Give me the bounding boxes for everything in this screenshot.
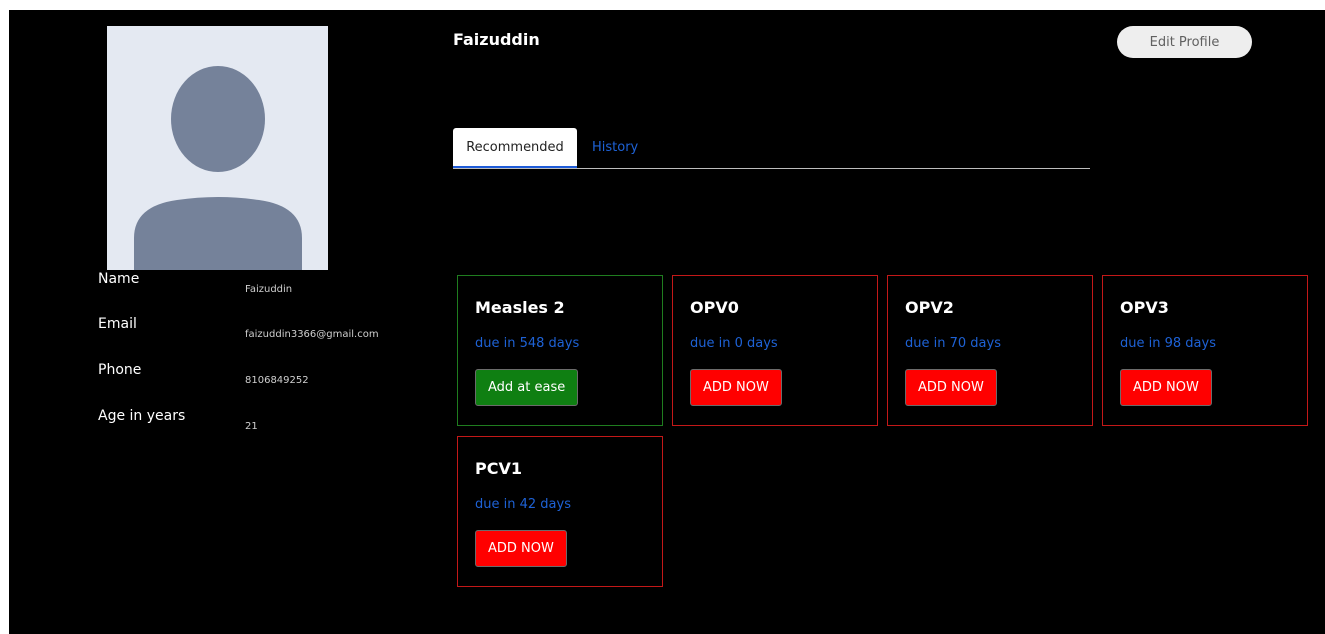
vaccine-card-measles-2: Measles 2 due in 548 days Add at ease: [457, 275, 663, 426]
age-label: Age in years: [98, 408, 186, 424]
age-value: 21: [245, 421, 258, 432]
profile-name-heading: Faizuddin: [453, 30, 540, 49]
add-now-button[interactable]: ADD NOW: [1120, 369, 1212, 406]
avatar: [107, 26, 328, 270]
vaccine-due: due in 70 days: [905, 336, 1001, 351]
vaccine-due: due in 98 days: [1120, 336, 1216, 351]
vaccine-due: due in 42 days: [475, 497, 571, 512]
name-value: Faizuddin: [245, 284, 293, 295]
tab-history[interactable]: History: [592, 128, 638, 168]
vaccine-name: Measles 2: [475, 298, 565, 317]
phone-value: 8106849252: [245, 375, 309, 386]
profile-page: Name Faizuddin Email faizuddin3366@gmail…: [9, 10, 1325, 634]
vaccine-card-opv0: OPV0 due in 0 days ADD NOW: [672, 275, 878, 426]
vaccine-name: OPV2: [905, 298, 954, 317]
vaccine-due: due in 548 days: [475, 336, 580, 351]
vaccine-card-opv2: OPV2 due in 70 days ADD NOW: [887, 275, 1093, 426]
vaccine-name: PCV1: [475, 459, 522, 478]
email-value: faizuddin3366@gmail.com: [245, 329, 379, 340]
user-silhouette-icon: [134, 66, 302, 270]
email-label: Email: [98, 316, 137, 332]
add-at-ease-button[interactable]: Add at ease: [475, 369, 579, 406]
tab-recommended[interactable]: Recommended: [453, 128, 577, 168]
vaccine-card-opv3: OPV3 due in 98 days ADD NOW: [1102, 275, 1308, 426]
add-now-button[interactable]: ADD NOW: [905, 369, 997, 406]
add-now-button[interactable]: ADD NOW: [475, 530, 567, 567]
edit-profile-button[interactable]: Edit Profile: [1117, 26, 1252, 58]
vaccine-due: due in 0 days: [690, 336, 778, 351]
vaccine-card-pcv1: PCV1 due in 42 days ADD NOW: [457, 436, 663, 587]
vaccine-name: OPV0: [690, 298, 739, 317]
add-now-button[interactable]: ADD NOW: [690, 369, 782, 406]
tab-bar: Recommended History: [453, 128, 1090, 169]
name-label: Name: [98, 271, 140, 287]
vaccine-name: OPV3: [1120, 298, 1169, 317]
phone-label: Phone: [98, 362, 142, 378]
